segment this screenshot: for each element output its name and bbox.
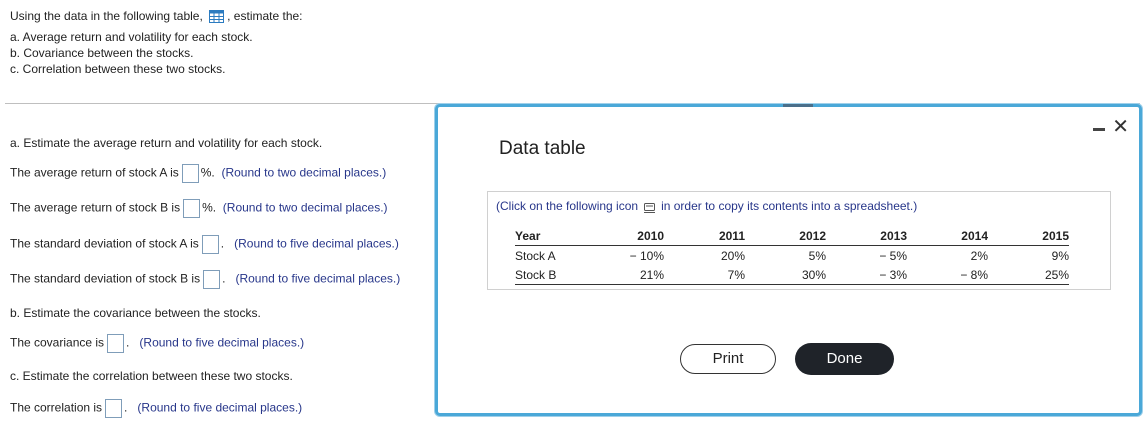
avg-return-a-label: The average return of stock A is — [10, 165, 179, 180]
row-label: Stock A — [515, 248, 556, 263]
intro-text-after: , estimate the: — [227, 9, 303, 23]
sd-a-input[interactable] — [201, 235, 219, 254]
part-b-heading: b. Estimate the covariance between the s… — [10, 306, 261, 320]
table-cell: 5% — [808, 248, 826, 263]
done-button[interactable]: Done — [795, 343, 894, 375]
part-c-heading: c. Estimate the correlation between thes… — [10, 369, 293, 383]
modal-drag-handle[interactable] — [783, 104, 813, 107]
period-suffix: . — [220, 236, 225, 251]
avg-return-a-row: The average return of stock A is%. (Roun… — [10, 164, 386, 183]
problem-item-c: c. Correlation between these two stocks. — [10, 62, 226, 76]
close-icon[interactable]: ✕ — [1112, 117, 1129, 137]
sd-a-row: The standard deviation of stock A is. (R… — [10, 235, 399, 254]
caption-text: (Click on the following icon — [496, 199, 639, 213]
table-cell: − 10% — [629, 248, 664, 263]
col-header: 2014 — [907, 226, 988, 246]
rounding-hint: (Round to two decimal places.) — [222, 200, 388, 215]
print-button[interactable]: Print — [680, 344, 776, 374]
table-cell: − 5% — [879, 248, 907, 263]
col-header: 2013 — [826, 226, 907, 246]
table-cell: 25% — [988, 265, 1069, 285]
period-suffix: . — [126, 335, 130, 350]
avg-return-b-row: The average return of stock B is%. (Roun… — [10, 199, 388, 218]
minimize-icon[interactable] — [1093, 128, 1105, 131]
col-header: 2011 — [664, 226, 745, 246]
table-cell: − 3% — [826, 265, 907, 285]
table-row: Stock B 21% 7% 30% − 3% − 8% 25% — [515, 265, 1069, 285]
period-suffix: . — [222, 271, 226, 286]
period-suffix: . — [124, 400, 128, 415]
avg-return-b-label: The average return of stock B is — [10, 200, 181, 215]
table-cell: 30% — [745, 265, 826, 285]
data-table-modal: Data table ✕ (Click on the following ico… — [435, 104, 1142, 416]
data-table-panel: (Click on the following icon in order to … — [487, 191, 1111, 290]
rounding-hint: (Round to two decimal places.) — [221, 165, 387, 180]
table-cell: 20% — [720, 248, 745, 263]
copy-caption: (Click on the following icon in order to … — [496, 199, 917, 213]
table-cell: 2% — [970, 248, 988, 263]
intro-text: Using the data in the following table, — [10, 9, 203, 23]
table-cell: − 8% — [907, 265, 988, 285]
avg-return-a-input[interactable] — [181, 164, 199, 183]
percent-suffix: %. — [202, 200, 217, 215]
sd-b-label: The standard deviation of stock B is — [10, 271, 201, 286]
returns-table: Year 2010 2011 2012 2013 2014 2015 Stock… — [515, 226, 1069, 285]
table-cell: 7% — [664, 265, 745, 285]
copy-to-spreadsheet-icon[interactable] — [644, 202, 656, 213]
problem-intro: Using the data in the following table, ,… — [10, 9, 303, 24]
rounding-hint: (Round to five decimal places.) — [137, 400, 303, 415]
table-cell: 9% — [1051, 248, 1069, 263]
sd-b-input[interactable] — [203, 270, 221, 289]
percent-suffix: %. — [200, 165, 215, 180]
avg-return-b-input[interactable] — [183, 199, 201, 218]
problem-item-b: b. Covariance between the stocks. — [10, 46, 194, 60]
col-header: 2010 — [583, 226, 664, 246]
problem-item-a: a. Average return and volatility for eac… — [10, 30, 253, 44]
part-a-heading: a. Estimate the average return and volat… — [10, 136, 323, 150]
covariance-row: The covariance is. (Round to five decima… — [10, 334, 304, 353]
rounding-hint: (Round to five decimal places.) — [234, 236, 399, 251]
modal-title: Data table — [499, 138, 586, 159]
correlation-label: The correlation is — [10, 400, 103, 415]
correlation-input[interactable] — [105, 399, 123, 418]
table-header-row: Year 2010 2011 2012 2013 2014 2015 — [515, 226, 1069, 246]
rounding-hint: (Round to five decimal places.) — [139, 335, 305, 350]
col-header: 2015 — [988, 226, 1069, 246]
caption-text-after: in order to copy its contents into a spr… — [661, 199, 918, 213]
covariance-label: The covariance is — [10, 335, 105, 350]
row-label: Stock B — [515, 265, 583, 285]
correlation-row: The correlation is. (Round to five decim… — [10, 399, 302, 418]
table-row: Stock A − 10% 20% 5% − 5% 2% 9% — [515, 246, 1069, 266]
sd-b-row: The standard deviation of stock B is. (R… — [10, 270, 400, 289]
covariance-input[interactable] — [107, 334, 125, 353]
col-header: 2012 — [745, 226, 826, 246]
rounding-hint: (Round to five decimal places.) — [235, 271, 401, 286]
table-icon[interactable] — [209, 10, 225, 24]
sd-a-label: The standard deviation of stock A is — [10, 236, 199, 251]
col-header: Year — [515, 226, 583, 246]
table-cell: 21% — [583, 265, 664, 285]
